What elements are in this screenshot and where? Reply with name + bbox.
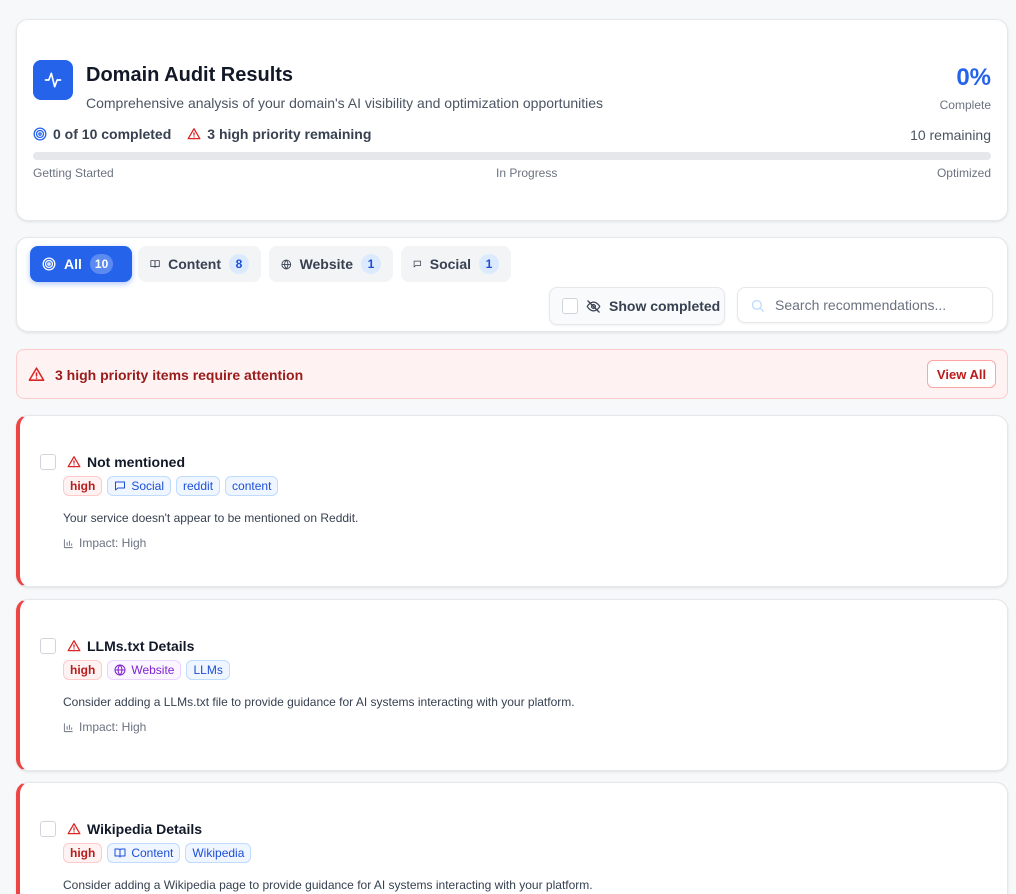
item-title-text: Wikipedia Details xyxy=(87,821,203,837)
show-completed-checkbox[interactable] xyxy=(562,298,578,314)
tab-count: 1 xyxy=(479,254,499,274)
tag-badge: content xyxy=(225,476,279,496)
category-badge: Social xyxy=(107,476,172,496)
progress-bar xyxy=(33,152,991,160)
search-input[interactable] xyxy=(775,297,975,313)
message-icon xyxy=(115,481,126,491)
item-description: Consider adding a Wikipedia page to prov… xyxy=(63,878,593,892)
item-title: Not mentioned xyxy=(67,454,185,470)
category-label: Website xyxy=(131,663,175,677)
tab-all[interactable]: All 10 xyxy=(30,246,132,282)
activity-icon xyxy=(33,60,73,100)
tag-badge: LLMs xyxy=(186,660,230,680)
recommendation-item: Wikipedia Details high Content Wikipedia… xyxy=(16,782,1008,894)
warning-icon xyxy=(67,456,81,468)
item-checkbox[interactable] xyxy=(40,821,56,837)
item-tags: high Social reddit content xyxy=(63,476,279,496)
book-icon xyxy=(114,848,126,858)
category-badge: Content xyxy=(107,843,181,863)
high-priority-stat: 3 high priority remaining xyxy=(187,126,371,142)
impact-text: Impact: High xyxy=(79,720,147,734)
item-description: Your service doesn't appear to be mentio… xyxy=(63,511,359,525)
recommendation-item: Not mentioned high Social reddit content… xyxy=(16,415,1008,587)
stage-end-label: Optimized xyxy=(936,166,991,180)
tab-social[interactable]: Social 1 xyxy=(401,246,511,282)
priority-badge: high xyxy=(63,660,103,680)
item-checkbox[interactable] xyxy=(40,454,56,470)
completion-label: Complete xyxy=(939,98,991,112)
tab-label: Social xyxy=(429,256,471,272)
tab-label: Website xyxy=(299,256,353,272)
remaining-count: 10 remaining xyxy=(910,127,991,143)
tab-website[interactable]: Website 1 xyxy=(269,246,393,282)
priority-badge: high xyxy=(63,476,103,496)
item-description: Consider adding a LLMs.txt file to provi… xyxy=(63,695,575,709)
high-priority-alert: 3 high priority items require attention … xyxy=(16,349,1008,399)
tab-content[interactable]: Content 8 xyxy=(138,246,261,282)
show-completed-toggle[interactable]: Show completed xyxy=(549,287,725,325)
category-label: Social xyxy=(131,479,165,493)
globe-icon xyxy=(281,259,292,270)
warning-icon xyxy=(187,128,201,140)
item-impact: Impact: High xyxy=(63,536,146,550)
page-title: Domain Audit Results xyxy=(86,64,294,86)
book-icon xyxy=(150,260,160,268)
category-badge: Website xyxy=(107,660,182,680)
warning-icon xyxy=(67,823,81,835)
item-checkbox[interactable] xyxy=(40,638,56,654)
tab-count: 1 xyxy=(361,254,381,274)
search-box[interactable] xyxy=(737,287,993,323)
stage-middle-label: In Progress xyxy=(496,166,558,180)
priority-badge: high xyxy=(63,843,103,863)
alert-message: 3 high priority items require attention xyxy=(55,367,304,383)
bar-chart-icon xyxy=(63,722,73,732)
stage-start-label: Getting Started xyxy=(33,166,114,180)
item-tags: high Website LLMs xyxy=(63,660,230,680)
category-label: Content xyxy=(131,846,174,860)
show-completed-label: Show completed xyxy=(609,298,721,314)
target-icon xyxy=(42,257,56,271)
tab-label: All xyxy=(64,256,82,272)
stats-row: 0 of 10 completed 3 high priority remain… xyxy=(33,126,371,142)
high-priority-text: 3 high priority remaining xyxy=(207,126,372,142)
tag-badge: Wikipedia xyxy=(185,843,252,863)
view-all-button[interactable]: View All xyxy=(927,360,996,388)
eye-off-icon xyxy=(586,299,601,313)
warning-icon xyxy=(28,367,45,381)
globe-icon xyxy=(114,664,126,676)
completed-text: 0 of 10 completed xyxy=(53,126,172,142)
page-subtitle: Comprehensive analysis of your domain's … xyxy=(86,95,604,111)
item-title-text: LLMs.txt Details xyxy=(87,638,195,654)
tab-label: Content xyxy=(168,256,221,272)
bar-chart-icon xyxy=(63,538,73,548)
tab-count: 10 xyxy=(89,254,114,274)
tag-badge: reddit xyxy=(176,476,221,496)
filter-card: All 10 Content 8 Website 1 Social 1 Show… xyxy=(16,237,1008,332)
item-tags: high Content Wikipedia xyxy=(63,843,252,863)
item-title-text: Not mentioned xyxy=(87,454,185,470)
impact-text: Impact: High xyxy=(79,536,147,550)
target-icon xyxy=(33,127,47,141)
audit-header-card: Domain Audit Results Comprehensive analy… xyxy=(16,19,1008,221)
completion-percent: 0% xyxy=(956,64,991,91)
item-title: LLMs.txt Details xyxy=(67,638,194,654)
completed-stat: 0 of 10 completed xyxy=(33,126,171,142)
search-icon xyxy=(751,299,764,312)
item-impact: Impact: High xyxy=(63,720,146,734)
recommendation-item: LLMs.txt Details high Website LLMs Consi… xyxy=(16,599,1008,771)
item-title: Wikipedia Details xyxy=(67,821,202,837)
warning-icon xyxy=(67,640,81,652)
message-icon xyxy=(413,260,422,268)
tab-count: 8 xyxy=(229,254,249,274)
